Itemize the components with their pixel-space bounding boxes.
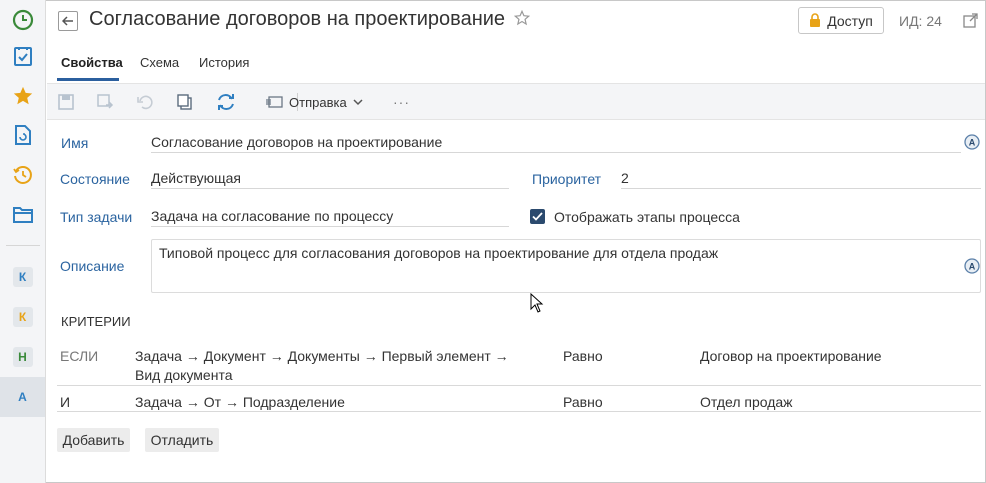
favorite-star-icon[interactable] — [513, 9, 531, 29]
criteria-path: Задача → От → Подразделение — [135, 394, 345, 410]
task-type-label: Тип задачи — [60, 209, 133, 225]
debug-button[interactable]: Отладить — [145, 428, 219, 452]
record-id: ИД: 24 — [899, 13, 942, 29]
rail-letter: А — [18, 390, 27, 404]
arrow-left-icon — [62, 16, 73, 26]
task-type-field[interactable]: Задача на согласование по процессу — [151, 205, 509, 227]
task-check-icon[interactable] — [0, 36, 45, 76]
criteria-row[interactable]: ЕСЛИ Задача → Документ → Документы → Пер… — [57, 340, 981, 386]
send-label: Отправка — [289, 94, 347, 110]
rail-letter: Н — [12, 347, 33, 367]
send-icon — [266, 96, 283, 108]
rail-letter: К — [12, 307, 33, 327]
save-icon[interactable] — [57, 92, 75, 112]
document-refresh-icon[interactable] — [0, 115, 45, 155]
criteria-path: Задача → Документ → Документы → Первый э… — [135, 348, 509, 364]
access-button[interactable]: Доступ — [798, 7, 884, 34]
clock-icon[interactable] — [0, 0, 45, 40]
rail-item-n[interactable]: Н — [0, 337, 45, 377]
svg-text:A: A — [969, 262, 976, 272]
state-field[interactable]: Действующая — [151, 167, 509, 189]
active-tab-indicator — [57, 78, 119, 81]
criteria-keyword: И — [60, 394, 71, 410]
criteria-section-title: КРИТЕРИИ — [61, 314, 131, 329]
rail-divider — [6, 245, 40, 246]
rail-item-a[interactable]: А — [0, 377, 45, 417]
description-field[interactable]: Типовой процесс для согласования договор… — [151, 239, 981, 293]
criteria-value: Отдел продаж — [700, 394, 793, 410]
tab-properties[interactable]: Свойства — [61, 55, 123, 70]
svg-text:A: A — [969, 138, 976, 148]
save-close-icon[interactable] — [96, 92, 114, 112]
priority-field[interactable]: 2 — [621, 167, 981, 189]
checkmark-icon — [532, 212, 543, 221]
criteria-row[interactable]: И Задача → От → Подразделение Равно Отде… — [57, 386, 981, 412]
back-button[interactable] — [58, 11, 78, 31]
favorites-star-icon[interactable] — [0, 76, 45, 116]
description-label: Описание — [60, 258, 125, 274]
localization-icon[interactable]: A — [964, 258, 980, 277]
history-clock-icon[interactable] — [0, 155, 45, 195]
criteria-operator: Равно — [563, 348, 603, 364]
page-title: Согласование договоров на проектирование — [89, 8, 506, 30]
criteria-path-continued: Вид документа — [135, 367, 233, 383]
criteria-value: Договор на проектирование — [700, 348, 882, 364]
toolbar: Отправка ··· — [47, 83, 985, 120]
lock-icon — [810, 13, 821, 27]
send-dropdown[interactable]: Отправка — [265, 92, 363, 112]
state-label: Состояние — [60, 171, 130, 187]
copy-icon[interactable] — [176, 92, 194, 112]
add-criteria-button[interactable]: Добавить — [57, 428, 130, 452]
folder-icon[interactable] — [0, 195, 45, 235]
left-rail: К К Н А — [0, 0, 46, 483]
tab-history[interactable]: История — [199, 55, 249, 70]
localization-icon[interactable]: A — [964, 134, 980, 153]
undo-icon[interactable] — [136, 92, 154, 112]
open-external-icon[interactable] — [963, 13, 978, 31]
criteria-keyword: ЕСЛИ — [60, 348, 99, 364]
chevron-down-icon — [353, 99, 363, 106]
rail-item-k-yellow[interactable]: К — [0, 297, 45, 337]
show-stages-label[interactable]: Отображать этапы процесса — [554, 209, 740, 225]
more-menu[interactable]: ··· — [393, 92, 410, 112]
rail-letter: К — [12, 267, 33, 287]
name-field[interactable]: Согласование договоров на проектирование — [151, 131, 961, 153]
tab-schema[interactable]: Схема — [140, 55, 179, 70]
access-label: Доступ — [827, 12, 873, 29]
refresh-icon[interactable] — [216, 92, 236, 112]
criteria-operator: Равно — [563, 394, 603, 410]
mouse-cursor-icon — [530, 292, 544, 316]
rail-item-k-green[interactable]: К — [0, 257, 45, 297]
show-stages-checkbox[interactable] — [530, 209, 545, 224]
name-label: Имя — [61, 135, 89, 151]
priority-label: Приоритет — [532, 171, 602, 187]
